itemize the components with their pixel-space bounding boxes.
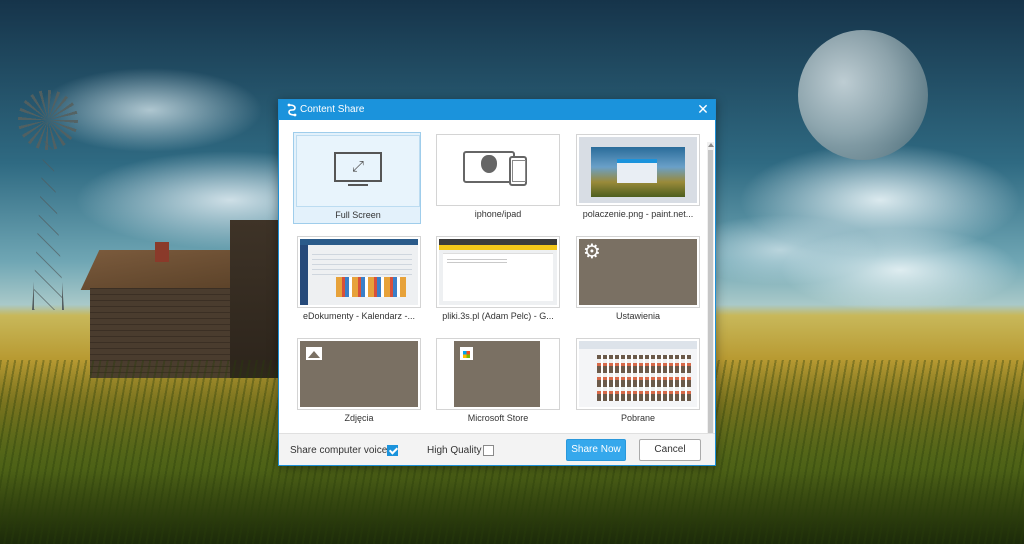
dialog-footer: Share computer voice High Quality Share … <box>279 433 715 465</box>
windmill-tower <box>32 130 64 310</box>
tile-window-pobrane[interactable]: Pobrane <box>574 336 702 428</box>
tablet-phone-apple-icon <box>463 147 533 192</box>
wallpaper-house <box>80 220 280 380</box>
tile-app-microsoft-store[interactable]: Microsoft Store <box>434 336 562 428</box>
content-share-dialog: Content Share ✕ ⤢ Full Screen iphone/ipa… <box>278 99 716 466</box>
app-preview <box>300 341 418 407</box>
tile-thumbnail <box>297 338 421 410</box>
tile-label: eDokumenty - Kalendarz -... <box>302 311 416 321</box>
tile-thumbnail <box>576 338 700 410</box>
tile-label: Full Screen <box>335 210 381 220</box>
store-bag-icon <box>460 347 473 360</box>
tile-window-pliki[interactable]: pliki.3s.pl (Adam Pelc) - G... <box>434 234 562 326</box>
content-share-icon <box>285 103 299 117</box>
tile-label: polaczenie.png - paint.net... <box>582 209 694 219</box>
high-quality-label: High Quality <box>427 445 482 456</box>
tile-label: iphone/ipad <box>474 209 522 219</box>
tile-thumbnail <box>436 134 560 206</box>
tile-thumbnail <box>297 236 421 308</box>
tile-iphone-ipad[interactable]: iphone/ipad <box>434 132 562 224</box>
app-preview: ⚙ <box>579 239 697 305</box>
wallpaper-windmill <box>18 90 78 310</box>
photos-icon <box>306 347 322 360</box>
window-preview <box>579 341 697 407</box>
tile-thumbnail <box>436 236 560 308</box>
house-chimney <box>155 242 169 262</box>
tile-thumbnail: ⚙ <box>576 236 700 308</box>
tile-window-edokumenty[interactable]: eDokumenty - Kalendarz -... <box>295 234 423 326</box>
tile-label: Ustawienia <box>615 311 661 321</box>
app-preview <box>454 341 540 407</box>
window-preview <box>579 137 697 203</box>
monitor-fullscreen-icon: ⤢ <box>334 152 382 186</box>
tile-app-zdjecia[interactable]: Zdjęcia <box>295 336 423 428</box>
dialog-titlebar[interactable]: Content Share ✕ <box>279 100 715 120</box>
tile-label: Microsoft Store <box>467 413 529 423</box>
high-quality-checkbox[interactable] <box>483 445 494 456</box>
tile-thumbnail <box>436 338 560 410</box>
wallpaper-moon <box>798 30 928 160</box>
tile-app-ustawienia[interactable]: ⚙ Ustawienia <box>574 234 702 326</box>
scrollbar-thumb[interactable] <box>708 150 713 440</box>
share-now-button[interactable]: Share Now <box>566 439 626 461</box>
tile-window-paint[interactable]: polaczenie.png - paint.net... <box>574 132 702 224</box>
tile-thumbnail <box>576 134 700 206</box>
tile-full-screen[interactable]: ⤢ Full Screen <box>293 132 421 224</box>
scroll-up-arrow-icon[interactable] <box>708 143 714 147</box>
tile-label: Pobrane <box>620 413 656 423</box>
share-voice-checkbox[interactable] <box>387 445 398 456</box>
share-source-grid: ⤢ Full Screen iphone/ipad polaczenie.png… <box>279 120 715 448</box>
tile-label: Zdjęcia <box>344 413 374 423</box>
cancel-button[interactable]: Cancel <box>639 439 701 461</box>
tile-thumbnail: ⤢ <box>296 135 420 207</box>
gear-icon: ⚙ <box>583 239 601 263</box>
window-preview <box>439 239 557 305</box>
tile-label: pliki.3s.pl (Adam Pelc) - G... <box>442 311 554 321</box>
share-voice-label: Share computer voice <box>290 445 388 456</box>
window-preview <box>300 239 418 305</box>
house-gable <box>230 220 280 378</box>
vertical-scrollbar[interactable] <box>707 142 714 448</box>
close-icon[interactable]: ✕ <box>695 102 711 118</box>
dialog-title: Content Share <box>300 104 365 115</box>
